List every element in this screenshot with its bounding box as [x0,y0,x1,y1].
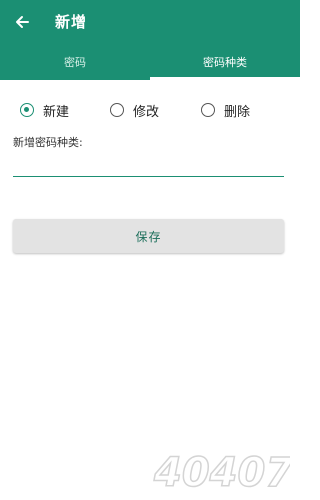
arrow-left-icon [16,16,29,28]
radio-unchecked-icon[interactable] [110,103,124,117]
page-title: 新增 [55,13,88,31]
back-button[interactable] [10,10,34,34]
tab-password[interactable]: 密码 [0,50,150,76]
category-field-label: 新增密码种类: [13,136,83,149]
radio-new-label: 新建 [43,104,70,120]
app-bar: 新增 密码 密码种类 [0,0,300,80]
radio-delete-label: 删除 [224,104,251,120]
category-input[interactable] [13,154,284,177]
watermark-logo: 40407 [152,449,290,497]
tab-password-category[interactable]: 密码种类 [150,50,300,76]
radio-modify[interactable]: 修改 [110,99,159,121]
tab-indicator [150,77,300,80]
radio-modify-label: 修改 [133,104,160,120]
radio-unchecked-icon[interactable] [201,103,215,117]
radio-checked-icon[interactable] [20,103,34,117]
svg-text:40407: 40407 [153,450,290,496]
radio-new[interactable]: 新建 [20,99,69,121]
save-button[interactable]: 保存 [13,219,284,253]
radio-delete[interactable]: 删除 [201,99,250,121]
